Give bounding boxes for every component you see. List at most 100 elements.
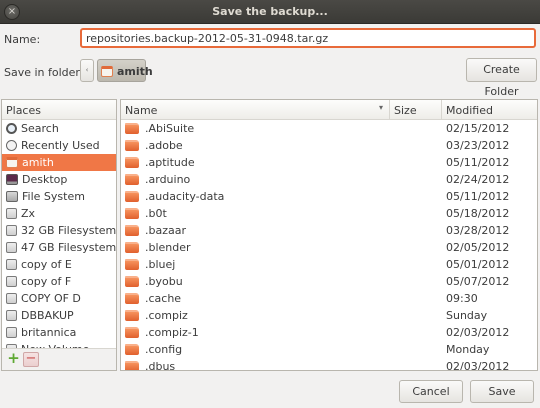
file-list-header: Name ▾ Size Modified: [121, 100, 537, 120]
file-row[interactable]: .aptitude 05/11/2012: [121, 154, 537, 171]
file-name: .b0t: [145, 207, 167, 220]
folder-icon: [125, 208, 139, 219]
column-name-label: Name: [125, 104, 158, 117]
folder-icon: [125, 344, 139, 355]
file-row[interactable]: .byobu 05/07/2012: [121, 273, 537, 290]
file-row[interactable]: .blender 02/05/2012: [121, 239, 537, 256]
drive-icon: [6, 208, 17, 219]
folder-icon: [125, 157, 139, 168]
path-scroll-left-button[interactable]: ‹: [80, 59, 94, 82]
drive-icon: [6, 276, 17, 287]
place-item-5[interactable]: Zx: [2, 205, 116, 222]
folder-icon: [125, 276, 139, 287]
file-row[interactable]: .config Monday: [121, 341, 537, 358]
drive-icon: [6, 293, 17, 304]
place-item-9[interactable]: copy of F: [2, 273, 116, 290]
window-title: Save the backup...: [212, 5, 328, 18]
column-header-size[interactable]: Size: [390, 100, 442, 119]
place-item-1[interactable]: Recently Used: [2, 137, 116, 154]
remove-bookmark-button[interactable]: −: [23, 352, 39, 367]
file-name: .bluej: [145, 258, 176, 271]
file-row[interactable]: .bazaar 03/28/2012: [121, 222, 537, 239]
file-modified: 03/28/2012: [446, 224, 510, 237]
file-row[interactable]: .audacity-data 05/11/2012: [121, 188, 537, 205]
file-name: .adobe: [145, 139, 183, 152]
drive-icon: [6, 310, 17, 321]
file-row[interactable]: .adobe 03/23/2012: [121, 137, 537, 154]
file-modified: 09:30: [446, 292, 478, 305]
path-crumb-amith[interactable]: amith: [97, 59, 153, 82]
file-row[interactable]: .compiz-1 02/03/2012: [121, 324, 537, 341]
place-item-12[interactable]: britannica: [2, 324, 116, 341]
file-row[interactable]: .dbus 02/03/2012: [121, 358, 537, 370]
file-row[interactable]: .AbiSuite 02/15/2012: [121, 120, 537, 137]
save-button[interactable]: Save: [470, 380, 534, 403]
folder-icon: [125, 259, 139, 270]
filename-input[interactable]: [80, 28, 536, 48]
path-crumb-label: amith: [117, 65, 153, 78]
home-folder-icon: [6, 157, 18, 168]
file-row[interactable]: .compiz Sunday: [121, 307, 537, 324]
file-modified: Sunday: [446, 309, 488, 322]
place-label: File System: [22, 190, 85, 203]
places-header[interactable]: Places: [2, 100, 116, 120]
file-name-cell: .dbus: [125, 360, 175, 370]
column-header-name[interactable]: Name ▾: [121, 100, 390, 119]
file-name: .blender: [145, 241, 191, 254]
desktop-icon: [6, 174, 18, 185]
folder-icon: [125, 242, 139, 253]
add-bookmark-button[interactable]: +: [6, 351, 21, 367]
place-label: britannica: [21, 326, 77, 339]
place-label: Recently Used: [21, 139, 100, 152]
folder-icon: [125, 174, 139, 185]
place-item-10[interactable]: COPY OF D: [2, 290, 116, 307]
folder-icon: [125, 140, 139, 151]
place-label: 32 GB Filesystem: [21, 224, 117, 237]
place-item-4[interactable]: File System: [2, 188, 116, 205]
file-list: Name ▾ Size Modified .AbiSuite 02/15/2012.…: [120, 99, 538, 371]
place-label: Zx: [21, 207, 36, 220]
file-name-cell: .adobe: [125, 139, 183, 152]
column-header-modified[interactable]: Modified: [442, 100, 537, 119]
place-item-11[interactable]: DBBAKUP: [2, 307, 116, 324]
place-label: Desktop: [22, 173, 68, 186]
file-name: .AbiSuite: [145, 122, 195, 135]
drive-icon: [6, 225, 17, 236]
place-label: copy of F: [21, 275, 72, 288]
file-modified: 02/15/2012: [446, 122, 510, 135]
place-item-8[interactable]: copy of E: [2, 256, 116, 273]
file-name: .cache: [145, 292, 182, 305]
place-label: COPY OF D: [21, 292, 81, 305]
place-label: copy of E: [21, 258, 72, 271]
title-bar: × Save the backup...: [0, 0, 540, 24]
drive-icon: [6, 242, 17, 253]
place-item-2[interactable]: amith: [2, 154, 116, 171]
place-item-0[interactable]: Search: [2, 120, 116, 137]
file-row[interactable]: .bluej 05/01/2012: [121, 256, 537, 273]
place-label: amith: [22, 156, 54, 169]
file-row[interactable]: .arduino 02/24/2012: [121, 171, 537, 188]
file-modified: 05/01/2012: [446, 258, 510, 271]
folder-icon: [125, 293, 139, 304]
filesystem-icon: [6, 191, 18, 202]
file-name-cell: .blender: [125, 241, 191, 254]
file-modified: 05/07/2012: [446, 275, 510, 288]
save-in-folder-label: Save in folder:: [4, 66, 84, 79]
file-modified: 05/11/2012: [446, 156, 510, 169]
create-folder-button[interactable]: Create Folder: [466, 58, 537, 98]
cancel-button[interactable]: Cancel: [399, 380, 463, 403]
place-item-3[interactable]: Desktop: [2, 171, 116, 188]
file-row[interactable]: .cache 09:30: [121, 290, 537, 307]
place-item-6[interactable]: 32 GB Filesystem: [2, 222, 116, 239]
file-name: .arduino: [145, 173, 191, 186]
file-row[interactable]: .b0t 05/18/2012: [121, 205, 537, 222]
file-name: .bazaar: [145, 224, 186, 237]
file-name-cell: .config: [125, 343, 182, 356]
home-folder-icon: [101, 66, 113, 77]
folder-icon: [125, 310, 139, 321]
file-name-cell: .cache: [125, 292, 181, 305]
file-name-cell: .b0t: [125, 207, 167, 220]
file-name-cell: .aptitude: [125, 156, 195, 169]
place-item-7[interactable]: 47 GB Filesystem: [2, 239, 116, 256]
place-label: 47 GB Filesystem: [21, 241, 117, 254]
